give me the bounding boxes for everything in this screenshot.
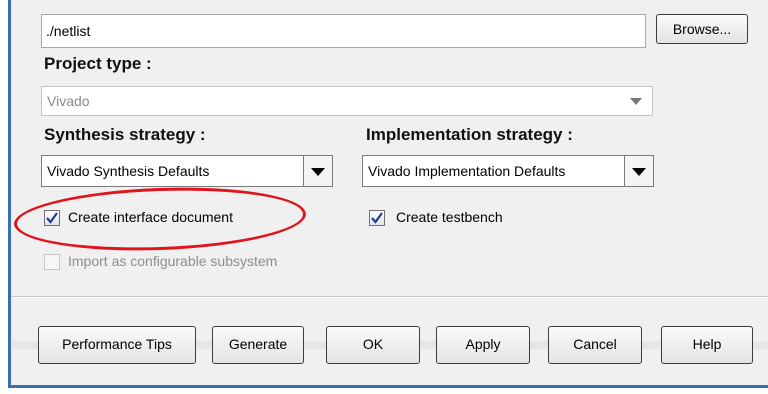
browse-button[interactable]: Browse... [656,14,748,44]
synthesis-strategy-value: Vivado Synthesis Defaults [47,163,210,179]
help-button[interactable]: Help [661,326,753,364]
generate-label: Generate [228,336,288,352]
synthesis-strategy-label: Synthesis strategy : [44,125,206,144]
implementation-strategy-select[interactable]: Vivado Implementation Defaults [362,155,654,187]
ok-button[interactable]: OK [326,326,420,364]
import-configurable-subsystem-label: Import as configurable subsystem [68,253,278,269]
project-type-value: Vivado [47,93,90,109]
ok-label: OK [362,336,384,352]
create-testbench-checkbox[interactable] [369,210,385,226]
cancel-label: Cancel [573,336,617,352]
button-area-separator-highlight [11,297,768,298]
implementation-dropdown-button[interactable] [624,156,653,186]
performance-tips-label: Performance Tips [62,336,172,352]
chevron-down-icon [630,98,642,105]
performance-tips-button[interactable]: Performance Tips [38,326,196,364]
checkmark-icon [371,212,383,224]
apply-label: Apply [465,336,501,352]
netlist-path-input[interactable]: ./netlist [41,14,646,48]
create-testbench-label[interactable]: Create testbench [396,209,503,225]
window-left-margin [0,0,8,394]
project-type-label: Project type : [44,54,152,73]
implementation-strategy-value: Vivado Implementation Defaults [368,163,566,179]
browse-button-label: Browse... [672,21,732,37]
generate-button[interactable]: Generate [212,326,304,364]
synthesis-strategy-select[interactable]: Vivado Synthesis Defaults [41,155,333,187]
import-configurable-subsystem-checkbox[interactable] [44,254,60,270]
chevron-down-icon [632,168,646,176]
project-type-select[interactable]: Vivado [41,86,653,116]
help-label: Help [692,336,722,352]
window-bottom-margin [0,388,768,394]
chevron-down-icon [311,168,325,176]
netlist-path-value: ./netlist [46,23,91,39]
implementation-strategy-label: Implementation strategy : [366,125,573,144]
synthesis-dropdown-button[interactable] [303,156,332,186]
apply-button[interactable]: Apply [436,326,530,364]
cancel-button[interactable]: Cancel [548,326,642,364]
